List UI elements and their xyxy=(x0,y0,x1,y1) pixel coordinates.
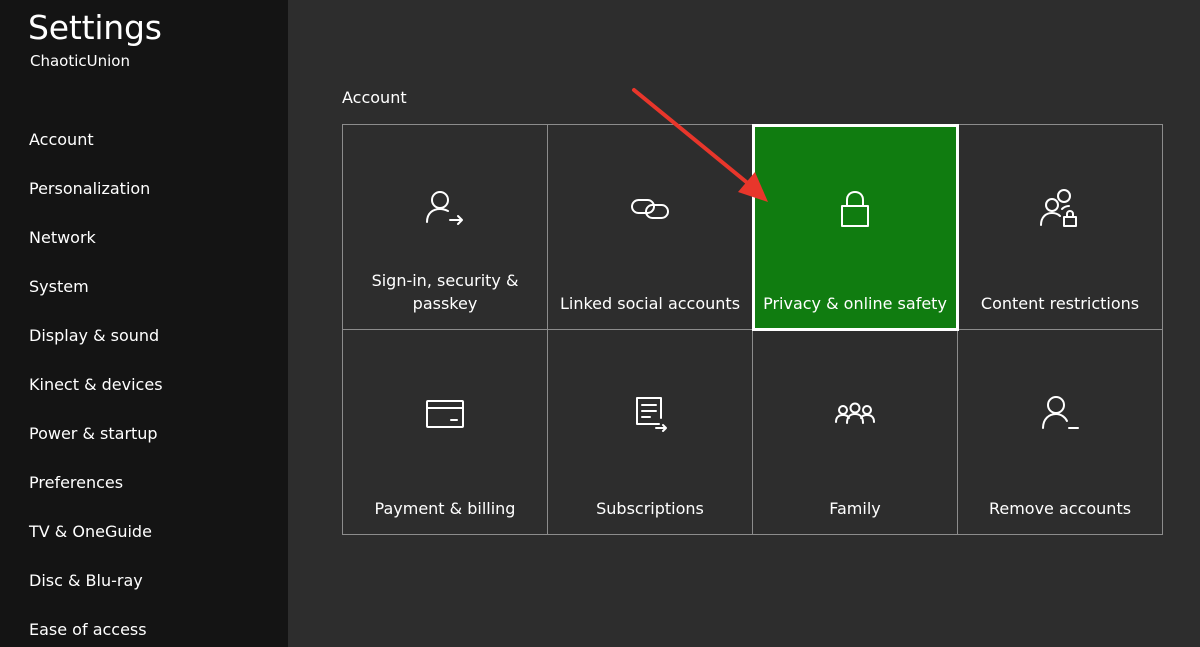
settings-app: Settings ChaoticUnion Account Personaliz… xyxy=(0,0,1200,647)
sidebar-item-kinect-devices[interactable]: Kinect & devices xyxy=(0,360,288,409)
tile-label: Subscriptions xyxy=(596,499,704,518)
sidebar-item-account[interactable]: Account xyxy=(0,115,288,164)
sidebar-item-preferences[interactable]: Preferences xyxy=(0,458,288,507)
sidebar-item-personalization[interactable]: Personalization xyxy=(0,164,288,213)
sidebar-item-ease-of-access[interactable]: Ease of access xyxy=(0,605,288,647)
link-icon xyxy=(628,187,672,231)
tile-remove-accounts[interactable]: Remove accounts xyxy=(958,330,1163,535)
person-remove-icon xyxy=(1038,392,1082,436)
tile-label: Payment & billing xyxy=(374,499,516,518)
section-title: Account xyxy=(342,88,407,107)
people-lock-icon xyxy=(1038,187,1082,231)
tile-label: Family xyxy=(829,499,881,518)
sidebar-item-network[interactable]: Network xyxy=(0,213,288,262)
tile-label: Sign-in, security & passkey xyxy=(371,271,519,313)
sidebar-item-system[interactable]: System xyxy=(0,262,288,311)
tile-subscriptions[interactable]: Subscriptions xyxy=(548,330,753,535)
account-tile-grid: Sign-in, security & passkey Linked socia… xyxy=(342,124,1163,535)
tile-sign-in-security[interactable]: Sign-in, security & passkey xyxy=(343,125,548,330)
sidebar-item-tv-oneguide[interactable]: TV & OneGuide xyxy=(0,507,288,556)
person-arrow-icon xyxy=(423,187,467,231)
main-content: Account Sign-in, security & passkey Link… xyxy=(288,0,1200,647)
family-icon xyxy=(833,392,877,436)
tile-payment-billing[interactable]: Payment & billing xyxy=(343,330,548,535)
tile-content-restrictions[interactable]: Content restrictions xyxy=(958,125,1163,330)
gamertag: ChaoticUnion xyxy=(30,52,130,70)
sidebar-item-disc-bluray[interactable]: Disc & Blu-ray xyxy=(0,556,288,605)
subscriptions-icon xyxy=(628,392,672,436)
page-title: Settings xyxy=(28,8,162,47)
tile-privacy-online-safety[interactable]: Privacy & online safety xyxy=(752,124,959,331)
credit-card-icon xyxy=(423,392,467,436)
tile-family[interactable]: Family xyxy=(753,330,958,535)
sidebar-item-display-sound[interactable]: Display & sound xyxy=(0,311,288,360)
sidebar: Settings ChaoticUnion Account Personaliz… xyxy=(0,0,288,647)
tile-label: Remove accounts xyxy=(988,499,1132,518)
tile-label: Linked social accounts xyxy=(559,294,741,313)
tile-label: Content restrictions xyxy=(980,294,1140,313)
sidebar-item-power-startup[interactable]: Power & startup xyxy=(0,409,288,458)
tile-label: Privacy & online safety xyxy=(763,294,947,313)
sidebar-nav: Account Personalization Network System D… xyxy=(0,115,288,647)
tile-linked-social-accounts[interactable]: Linked social accounts xyxy=(548,125,753,330)
lock-icon xyxy=(833,187,877,231)
